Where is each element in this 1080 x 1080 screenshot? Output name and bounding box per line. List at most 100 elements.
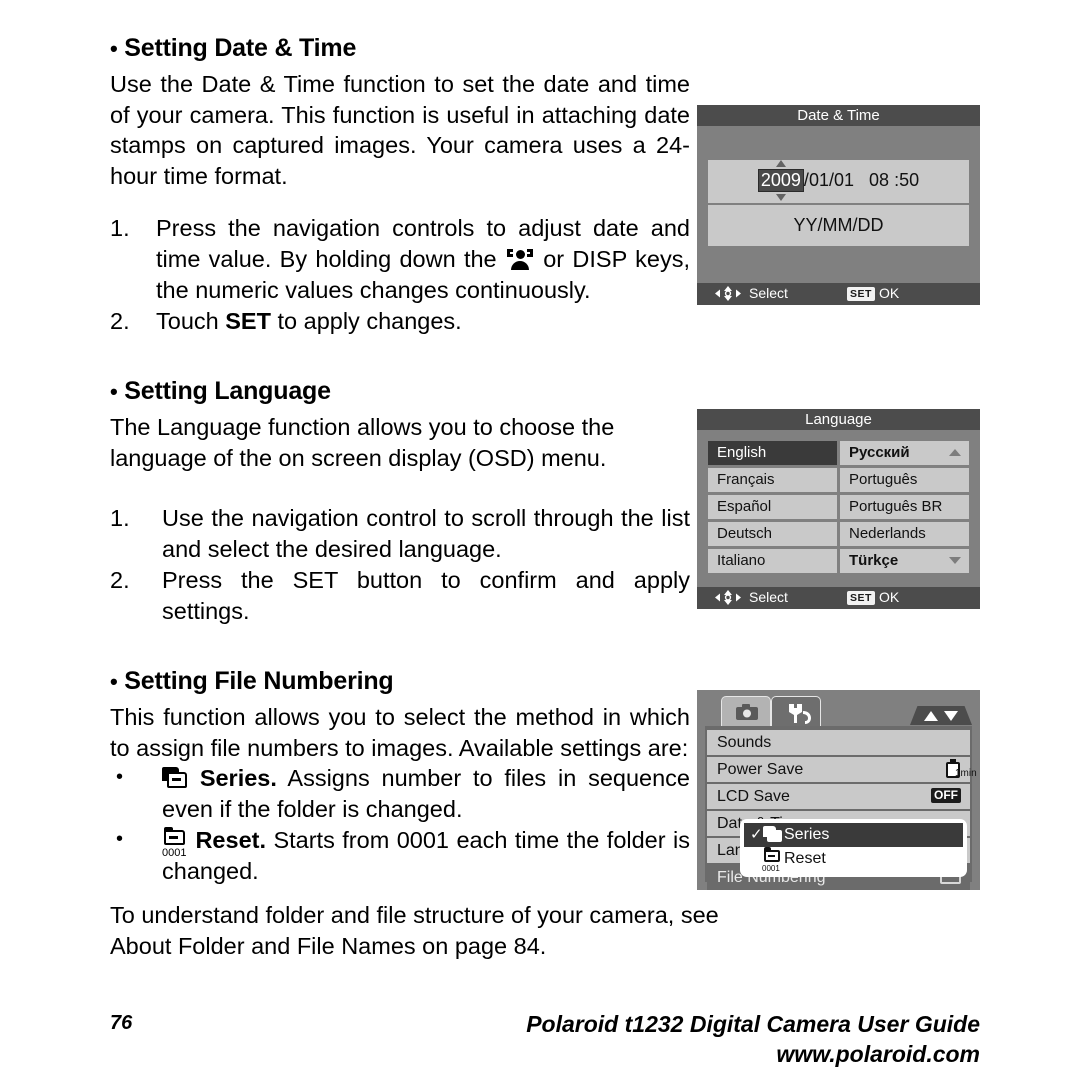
heading-bullet-icon: •: [110, 379, 118, 404]
screen-footer-bar: Select SET OK: [697, 283, 980, 305]
step-item: 2. Press the SET button to confirm and ap…: [110, 565, 690, 627]
tab-setup-settings[interactable]: [771, 696, 821, 726]
paragraph-file-numbering-intro: This function allows you to select the m…: [110, 704, 690, 761]
step-item: 1. Press the navigation controls to adjus…: [110, 213, 690, 306]
menu-row-power-save[interactable]: Power Save 1min: [707, 757, 977, 782]
date-time-row: 2009/01/01 08 :50: [708, 160, 969, 201]
footer-title: Polaroid t1232 Digital Camera User Guide: [526, 1011, 980, 1037]
language-option-portugues[interactable]: Português: [840, 468, 969, 492]
step-number: 2.: [110, 567, 130, 593]
scroll-up-arrow-icon[interactable]: [949, 449, 961, 456]
closing-line-2: About Folder and File Names on page 84.: [110, 933, 547, 959]
language-option-english[interactable]: English: [708, 441, 837, 465]
ok-label: OK: [879, 285, 900, 301]
tab-capture-settings[interactable]: [721, 696, 771, 726]
bullet-item-series: • Series. Assigns number to files in seq…: [110, 763, 690, 825]
folder-reset-icon: 0001: [162, 827, 188, 859]
step-number: 1.: [110, 505, 130, 531]
language-option-turkce[interactable]: Türkçe: [840, 549, 969, 573]
language-option-italiano[interactable]: Italiano: [708, 549, 837, 573]
date-format-field[interactable]: YY/MM/DD: [708, 205, 969, 246]
set-button-badge[interactable]: SET: [847, 591, 875, 605]
month-value[interactable]: 01: [809, 170, 829, 190]
date-time-value-field[interactable]: 2009/01/01 08 :50: [708, 160, 969, 203]
battery-icon: 1min: [946, 759, 977, 779]
heading-text: Setting File Numbering: [124, 667, 394, 695]
language-row: Italiano Türkçe: [708, 549, 969, 573]
screen-title: Language: [697, 409, 980, 430]
steps-language: 1. Use the navigation control to scroll t…: [110, 503, 690, 627]
folder-series-icon: [162, 767, 188, 791]
language-row: Français Português: [708, 468, 969, 492]
year-field-selected[interactable]: 2009: [757, 160, 804, 201]
language-label: Türkçe: [849, 552, 899, 569]
heading-text: Setting Language: [124, 377, 331, 405]
heading-setting-date-time: • Setting Date & Time: [110, 34, 690, 63]
language-row: Deutsch Nederlands: [708, 522, 969, 546]
bullet-label: Series.: [199, 765, 277, 791]
folder-reset-icon: 0001: [762, 847, 783, 873]
menu-label: Sounds: [717, 734, 772, 751]
menu-label: Power Save: [717, 761, 804, 778]
language-option-nederlands[interactable]: Nederlands: [840, 522, 969, 546]
footer-url: www.polaroid.com: [776, 1041, 980, 1067]
body-text-column: • Setting Date & Time Use the Date & Tim…: [110, 34, 690, 887]
popup-option-label: Series: [784, 826, 830, 843]
steps-date-time: 1. Press the navigation controls to adjus…: [110, 213, 690, 337]
closing-line-1: To understand folder and file structure …: [110, 902, 719, 928]
file-numbering-popup: ✓ Series 0001 Reset: [740, 819, 967, 877]
screenshot-language: Language English Русский Français Portug…: [697, 409, 980, 609]
scroll-indicator: [910, 706, 972, 725]
screenshot-date-time: Date & Time 2009/01/01 08 :50 YY/MM/DD S…: [697, 105, 980, 305]
bullet-label: Reset.: [195, 827, 266, 853]
manual-page: • Setting Date & Time Use the Date & Tim…: [0, 0, 1080, 1080]
caret-down-icon: [775, 194, 786, 201]
bullets-file-numbering: • Series. Assigns number to files in seq…: [110, 763, 690, 887]
date-format-value: YY/MM/DD: [793, 215, 884, 235]
language-option-francais[interactable]: Français: [708, 468, 837, 492]
check-icon: ✓: [750, 826, 763, 843]
minute-value[interactable]: 50: [899, 170, 919, 190]
closing-note: To understand folder and file structure …: [110, 900, 810, 962]
folder-series-icon: [763, 826, 783, 844]
language-option-deutsch[interactable]: Deutsch: [708, 522, 837, 546]
select-label: Select: [749, 589, 788, 605]
scroll-down-arrow-icon[interactable]: [949, 557, 961, 564]
language-row: Español Português BR: [708, 495, 969, 519]
set-button-badge[interactable]: SET: [847, 287, 875, 301]
step-item: 2. Touch SET to apply changes.: [110, 306, 690, 337]
screen-footer-bar: Select SET OK: [697, 587, 980, 609]
caret-up-icon: [775, 160, 786, 167]
list-bullet-icon: •: [116, 766, 124, 788]
set-keyword: SET: [225, 308, 271, 334]
popup-option-reset[interactable]: 0001 Reset: [744, 847, 963, 873]
menu-row-sounds[interactable]: Sounds: [707, 730, 970, 755]
menu-label: LCD Save: [717, 788, 790, 805]
bullet-item-reset: • 0001 Reset. Starts from 0001 each time …: [110, 825, 690, 887]
step-text: Use the navigation control to scroll thr…: [162, 505, 690, 562]
footer-branding: Polaroid t1232 Digital Camera User Guide…: [526, 1009, 980, 1069]
screenshot-file-numbering-menu: Sounds Power Save 1min LCD Save OFF Date…: [697, 690, 980, 890]
heading-text: Setting Date & Time: [124, 34, 357, 62]
menu-tab-bar: [721, 696, 821, 726]
select-label: Select: [749, 285, 788, 301]
language-option-russian[interactable]: Русский: [840, 441, 969, 465]
heading-setting-language: • Setting Language: [110, 377, 690, 406]
language-option-espanol[interactable]: Español: [708, 495, 837, 519]
step-number: 2.: [110, 308, 130, 334]
menu-value: 1min: [946, 757, 977, 782]
menu-row-lcd-save[interactable]: LCD Save OFF: [707, 784, 970, 809]
heading-bullet-icon: •: [110, 669, 118, 694]
paragraph-language-intro: The Language function allows you to choo…: [110, 414, 615, 471]
hour-value[interactable]: 08: [869, 170, 889, 190]
popup-option-label: Reset: [784, 850, 826, 867]
day-value[interactable]: 01: [834, 170, 854, 190]
list-bullet-icon: •: [116, 828, 124, 850]
language-option-portugues-br[interactable]: Português BR: [840, 495, 969, 519]
popup-option-series[interactable]: ✓ Series: [744, 823, 963, 847]
language-grid: English Русский Français Português Españ…: [708, 441, 969, 576]
heading-setting-file-numbering: • Setting File Numbering: [110, 667, 690, 696]
step-number: 1.: [110, 215, 130, 241]
off-badge: OFF: [931, 788, 961, 803]
language-row: English Русский: [708, 441, 969, 465]
